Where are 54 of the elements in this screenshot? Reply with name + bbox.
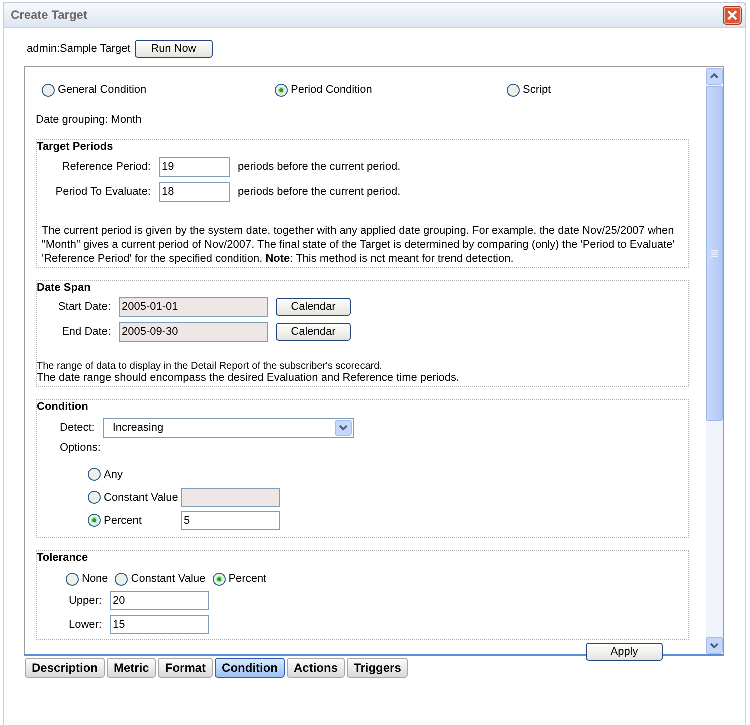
- calendar-button[interactable]: Calendar: [276, 298, 351, 316]
- date-field[interactable]: 2005-09-30: [119, 322, 268, 342]
- grip-icon: [711, 250, 718, 257]
- date-grouping-text: Date grouping: Month: [36, 114, 142, 126]
- number-field[interactable]: 15: [110, 615, 209, 634]
- section-title: Tolerance: [37, 551, 88, 565]
- radio-option[interactable]: General Condition: [42, 83, 147, 97]
- field-label: Lower:: [68, 618, 102, 632]
- field-label: Period To Evaluate:: [54, 185, 151, 199]
- field-hint: periods before the current period.: [238, 160, 401, 174]
- number-field[interactable]: 19: [159, 157, 230, 177]
- hint-text: The range of data to display in the Detail Report of the subscriber's scorecard.: [37, 362, 384, 372]
- run-now-button[interactable]: Run Now: [134, 40, 213, 58]
- window-title: Create Target: [11, 8, 88, 22]
- radio-option[interactable]: Percent: [88, 514, 142, 528]
- calendar-button[interactable]: Calendar: [276, 323, 351, 341]
- radio-option[interactable]: Constant Value: [115, 572, 206, 586]
- section-title: Target Periods: [37, 140, 114, 154]
- description-text: The date range should encompass the desired Evaluation and Reference time periods.: [37, 372, 461, 385]
- field-label: Upper:: [68, 594, 102, 608]
- radio-option[interactable]: Period Condition: [275, 83, 372, 97]
- tab[interactable]: Description: [25, 658, 106, 678]
- scrollbar-thumb[interactable]: [706, 86, 723, 421]
- field-label: End Date:: [61, 325, 111, 339]
- chevron-down-icon[interactable]: [706, 637, 723, 654]
- apply-button[interactable]: Apply: [586, 643, 663, 661]
- detect-dropdown[interactable]: Increasing: [102, 418, 354, 438]
- tab[interactable]: Metric: [107, 658, 156, 678]
- radio-option[interactable]: Script: [507, 83, 552, 97]
- field-label: Reference Period:: [61, 160, 151, 174]
- tab[interactable]: Format: [158, 658, 214, 678]
- number-field[interactable]: 18: [159, 182, 230, 202]
- number-field[interactable]: 20: [110, 591, 209, 610]
- tab[interactable]: Condition: [215, 658, 286, 678]
- radio-option[interactable]: Any: [88, 468, 123, 482]
- radio-option[interactable]: None: [66, 572, 108, 586]
- tab[interactable]: Triggers: [347, 658, 408, 678]
- radio-option[interactable]: Constant Value: [88, 490, 178, 504]
- scrollbar-track[interactable]: [706, 68, 723, 654]
- field-label: Detect:: [60, 421, 95, 435]
- close-icon[interactable]: [723, 6, 742, 24]
- field-hint: periods before the current period.: [238, 185, 401, 199]
- radio-option[interactable]: Percent: [212, 572, 267, 586]
- tab[interactable]: Actions: [287, 658, 346, 678]
- section-title: Date Span: [37, 281, 91, 295]
- field-label: Options:: [60, 441, 101, 455]
- chevron-up-icon[interactable]: [706, 68, 723, 85]
- target-name: admin:Sample Target: [27, 42, 131, 56]
- text-field[interactable]: 5: [181, 511, 280, 530]
- field-label: Start Date:: [57, 300, 111, 314]
- section-title: Condition: [37, 400, 88, 414]
- date-field[interactable]: 2005-01-01: [119, 297, 268, 317]
- description-text: The current period is given by the system date, together with any applied date grouping. For example, the date Nov/25/2007 when "Month" gives a current period of Nov/2007. The final state of the Target is determined by comparing (only) the 'Period to Evaluate' 'Reference Period' for the specified condition. Note: This method is nct meant for trend detection.: [42, 224, 676, 266]
- chevron-down-icon: [334, 420, 352, 436]
